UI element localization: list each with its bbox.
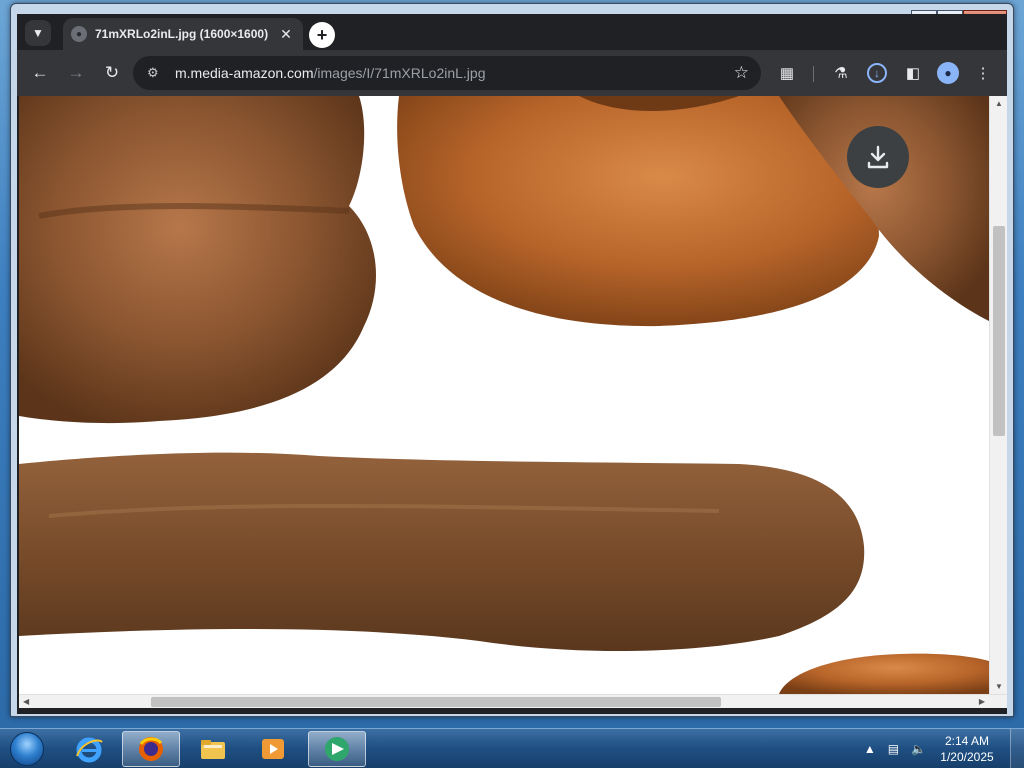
taskbar-internet-explorer[interactable] [60, 731, 118, 767]
vertical-scrollbar[interactable]: ▲ ▼ [989, 96, 1007, 694]
scroll-right-arrow-icon[interactable]: ▶ [979, 697, 985, 706]
tab-image[interactable]: ● 71mXRLo2inL.jpg (1600×1600) ✕ [63, 18, 303, 50]
taskbar-firefox[interactable] [122, 731, 180, 767]
clock-date: 1/20/2025 [940, 750, 994, 764]
toolbar: ← → ↻ ⚙ m.media-amazon.com/images/I/71mX… [17, 50, 1007, 96]
taskbar-file-explorer[interactable] [184, 731, 242, 767]
clock[interactable]: 2:14 AM 1/20/2025 [932, 733, 1002, 765]
folder-icon [201, 740, 225, 759]
browser-window: — ❐ ✕ ▼ ● 71mXRLo2inL.jpg (1600×1600) ✕ … [10, 3, 1014, 717]
tab-bar: ▼ ● 71mXRLo2inL.jpg (1600×1600) ✕ + [17, 14, 1007, 50]
taskbar-chrome[interactable] [308, 731, 366, 767]
scroll-down-arrow-icon[interactable]: ▼ [995, 682, 1003, 691]
extensions-icon[interactable]: ▦ [775, 61, 799, 85]
toolbar-separator [813, 66, 814, 82]
url-path: /images/I/71mXRLo2inL.jpg [313, 65, 486, 81]
profile-avatar-icon[interactable]: ● [937, 62, 959, 84]
tab-search-button[interactable]: ▼ [25, 20, 51, 46]
vertical-scroll-thumb[interactable] [993, 226, 1005, 436]
taskbar-media-player[interactable] [244, 731, 302, 767]
scroll-up-arrow-icon[interactable]: ▲ [995, 99, 1003, 108]
reload-button[interactable]: ↻ [99, 60, 125, 86]
site-info-icon[interactable]: ⚙ [147, 65, 167, 81]
show-desktop-button[interactable] [1010, 729, 1024, 768]
horizontal-scrollbar[interactable]: ◀ ▶ [19, 694, 1007, 708]
globe-icon: ● [71, 26, 87, 42]
firefox-icon [139, 737, 163, 761]
long-brown-log [19, 452, 865, 652]
brown-lump-left [19, 96, 376, 424]
downloads-icon[interactable]: ↓ [867, 63, 887, 83]
side-panel-icon[interactable]: ◧ [901, 61, 925, 85]
chevron-down-icon: ▼ [32, 26, 44, 40]
product-photo [19, 96, 989, 694]
arrow-right-icon: → [67, 63, 85, 82]
back-button[interactable]: ← [27, 60, 53, 86]
menu-kebab-icon[interactable]: ⋮ [971, 61, 995, 85]
start-button[interactable] [4, 730, 50, 768]
reload-icon: ↻ [104, 63, 120, 82]
browser-app-icon [325, 737, 349, 761]
clock-time: 2:14 AM [944, 734, 990, 748]
close-tab-icon[interactable]: ✕ [277, 26, 295, 43]
horizontal-scroll-thumb[interactable] [151, 697, 721, 707]
chrome-frame: ▼ ● 71mXRLo2inL.jpg (1600×1600) ✕ + ← → … [17, 14, 1007, 714]
network-icon[interactable]: ▤ [888, 742, 899, 756]
tab-title: 71mXRLo2inL.jpg (1600×1600) [95, 27, 269, 41]
taskbar: ▲ ▤ 🔈 2:14 AM 1/20/2025 [0, 728, 1024, 768]
forward-button[interactable]: → [63, 60, 89, 86]
image-viewport: ▲ ▼ ◀ ▶ [19, 96, 1007, 708]
system-tray: ▲ ▤ 🔈 2:14 AM 1/20/2025 [858, 729, 1024, 768]
address-bar[interactable]: ⚙ m.media-amazon.com/images/I/71mXRLo2in… [133, 56, 761, 90]
windows-logo-icon [10, 732, 44, 766]
arrow-left-icon: ← [31, 63, 49, 82]
scroll-left-arrow-icon[interactable]: ◀ [23, 697, 29, 706]
show-hidden-icons-icon[interactable]: ▲ [864, 742, 876, 756]
url-host: m.media-amazon.com [175, 65, 314, 81]
orange-lump-bottom [779, 653, 989, 694]
bookmark-star-icon[interactable]: ☆ [734, 63, 749, 83]
labs-flask-icon[interactable]: ⚗ [829, 61, 853, 85]
download-image-button[interactable] [847, 126, 909, 188]
media-player-icon [262, 739, 284, 759]
new-tab-button[interactable]: + [309, 22, 335, 48]
internet-explorer-icon [76, 737, 103, 763]
volume-muted-icon[interactable]: 🔈 [911, 742, 926, 756]
download-icon [867, 145, 889, 169]
